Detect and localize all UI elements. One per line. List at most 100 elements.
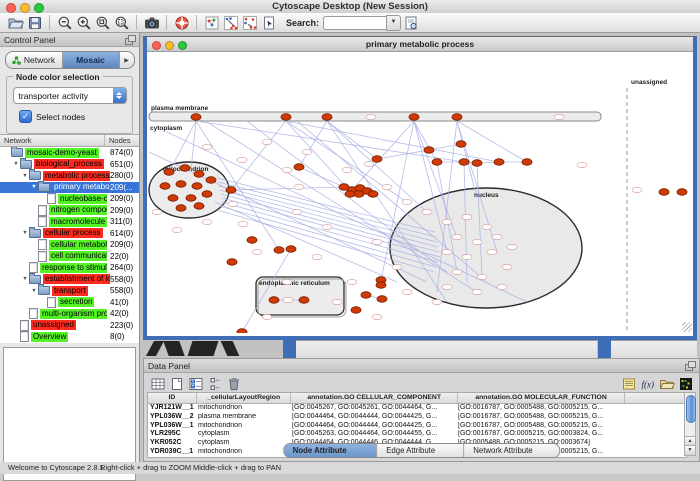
network-node[interactable] <box>361 292 371 299</box>
table-row[interactable]: YPL036W__2plasma membrane[GO:0044464, GO… <box>148 413 686 422</box>
attribute-table-icon[interactable] <box>148 375 167 393</box>
network-node[interactable] <box>424 147 434 154</box>
network-node[interactable] <box>522 159 532 166</box>
vizmapper-icon[interactable] <box>202 14 221 32</box>
tree-row-transport[interactable]: ▼transport558(0) <box>0 285 139 297</box>
zoom-out-icon[interactable] <box>55 14 74 32</box>
table-cell[interactable]: [GO:0044464, GO:0044444, GO:0044425, G..… <box>290 422 456 431</box>
unselect-attributes-icon[interactable] <box>205 375 224 393</box>
table-cell[interactable]: YPL036W__1 <box>148 422 196 431</box>
network-node[interactable] <box>494 159 504 166</box>
network-node[interactable] <box>281 114 291 121</box>
table-cell[interactable]: YDR039C__1 <box>148 448 196 457</box>
tree-row-biological-process[interactable]: ▼biological_process651(0) <box>0 159 139 171</box>
tree-expand-icon[interactable]: ▼ <box>30 184 38 190</box>
tree-expand-icon[interactable]: ▼ <box>21 276 29 282</box>
network-node[interactable] <box>376 282 386 289</box>
tree-column-network[interactable]: Network <box>0 135 105 146</box>
tab-node-attribute-browser[interactable]: Node Attribute Browser <box>284 444 377 457</box>
tree-expand-icon[interactable]: ▼ <box>12 161 20 167</box>
matrix-view-icon[interactable] <box>676 375 695 393</box>
table-cell[interactable]: [GO:0045263, GO:0044464, GO:0044455, G..… <box>290 430 456 439</box>
network-node[interactable] <box>194 203 204 210</box>
tab-overflow-button[interactable]: ▶ <box>120 52 134 68</box>
table-column-header[interactable] <box>625 393 686 403</box>
network-node[interactable] <box>176 181 186 188</box>
select-nodes-checkbox[interactable]: ✓ <box>19 110 32 123</box>
table-row[interactable]: YJR121W__1mitochondrion[GO:0045267, GO:0… <box>148 404 686 413</box>
network-node[interactable] <box>345 191 355 198</box>
tree-column-nodes[interactable]: Nodes <box>105 135 139 146</box>
table-cell[interactable]: [GO:0016787, GO:0005488, GO:0005215, G..… <box>456 404 623 413</box>
network-node[interactable] <box>351 307 361 314</box>
network-node[interactable] <box>227 259 237 266</box>
table-column-header[interactable]: _cellularLayoutRegion <box>197 393 292 403</box>
tree-row-establishment-of-lo[interactable]: ▼establishment of lo558(0) <box>0 274 139 286</box>
window-controls[interactable] <box>6 3 44 13</box>
tree-row-metabolic-process[interactable]: ▼metabolic process280(0) <box>0 170 139 182</box>
network-node[interactable] <box>459 159 469 166</box>
network-canvas[interactable]: plasma membranecytoplasmmitochondrionnuc… <box>147 52 693 333</box>
new-attribute-icon[interactable] <box>167 375 186 393</box>
network-node[interactable] <box>202 191 212 198</box>
network-node[interactable] <box>247 237 257 244</box>
tree-row-unassigned[interactable]: unassigned223(0) <box>0 320 139 332</box>
table-scrollbar[interactable]: ▲ ▼ <box>684 392 696 456</box>
node-color-dropdown[interactable]: transporter activity <box>13 87 127 104</box>
tree-row-macromolecule[interactable]: macromolecule311(0) <box>0 216 139 228</box>
search-network-icon[interactable] <box>401 14 420 32</box>
table-cell[interactable]: mitochondrion <box>196 404 290 413</box>
table-row[interactable]: YLR295Ccytoplasm[GO:0045263, GO:0044464,… <box>148 430 686 439</box>
tree-row-cellular-metabol[interactable]: cellular metabol209(0) <box>0 239 139 251</box>
select-attributes-icon[interactable] <box>186 375 205 393</box>
tab-network[interactable]: Network <box>6 52 63 68</box>
table-column-header[interactable]: annotation.GO MOLECULAR_FUNCTION <box>458 393 625 403</box>
zoom-in-icon[interactable] <box>74 14 93 32</box>
table-column-header[interactable]: annotation.GO CELLULAR_COMPONENT <box>291 393 457 403</box>
network-node[interactable] <box>206 177 216 184</box>
layout-red-icon[interactable] <box>240 14 259 32</box>
network-node[interactable] <box>168 195 178 202</box>
network-node[interactable] <box>377 296 387 303</box>
network-window-titlebar[interactable]: primary metabolic process <box>147 37 693 52</box>
network-node[interactable] <box>237 329 247 333</box>
table-cell[interactable]: [GO:0045267, GO:0045261, GO:0044464, G..… <box>290 404 456 413</box>
network-window-controls[interactable] <box>152 41 187 50</box>
network-node[interactable] <box>274 247 284 254</box>
network-node[interactable] <box>164 169 174 176</box>
table-row[interactable]: YPL036W__1mitochondrion[GO:0044464, GO:0… <box>148 422 686 431</box>
network-node[interactable] <box>192 183 202 190</box>
delete-attribute-icon[interactable] <box>224 375 243 393</box>
notepad-icon[interactable] <box>619 375 638 393</box>
network-node[interactable] <box>432 159 442 166</box>
snapshot-icon[interactable] <box>142 14 161 32</box>
close-window-button[interactable] <box>6 3 16 13</box>
resize-grip[interactable] <box>682 322 692 332</box>
scrollbar-thumb[interactable] <box>686 395 696 423</box>
minimize-icon[interactable] <box>165 41 174 50</box>
network-node[interactable] <box>452 114 462 121</box>
scroll-down-icon[interactable]: ▼ <box>685 445 695 455</box>
layout-blue-icon[interactable] <box>221 14 240 32</box>
formula-fx-icon[interactable]: f(x) <box>638 375 657 393</box>
help-ring-icon[interactable] <box>172 14 191 32</box>
birds-eye-view[interactable] <box>3 347 136 481</box>
tree-expand-icon[interactable]: ▼ <box>21 173 29 179</box>
network-node[interactable] <box>472 160 482 167</box>
zoom-fit-icon[interactable] <box>93 14 112 32</box>
table-cell[interactable]: mitochondrion <box>196 422 290 431</box>
tree-row-nucleobase-co[interactable]: nucleobase-co209(0) <box>0 193 139 205</box>
table-cell[interactable]: [GO:0016787, GO:0005215, GO:0003824, G..… <box>456 430 623 439</box>
open-file-icon[interactable] <box>6 14 25 32</box>
close-icon[interactable] <box>152 41 161 50</box>
network-node[interactable] <box>372 156 382 163</box>
table-cell[interactable]: cytoplasm <box>196 439 290 448</box>
network-node[interactable] <box>294 164 304 171</box>
network-node[interactable] <box>659 189 669 196</box>
tab-network-attribute-browser[interactable]: Network Attribute Browser <box>464 444 559 457</box>
table-cell[interactable]: YKR052C <box>148 439 196 448</box>
network-node[interactable] <box>176 205 186 212</box>
network-node[interactable] <box>194 171 204 178</box>
network-node[interactable] <box>191 114 201 121</box>
zoom-region-icon[interactable] <box>112 14 131 32</box>
